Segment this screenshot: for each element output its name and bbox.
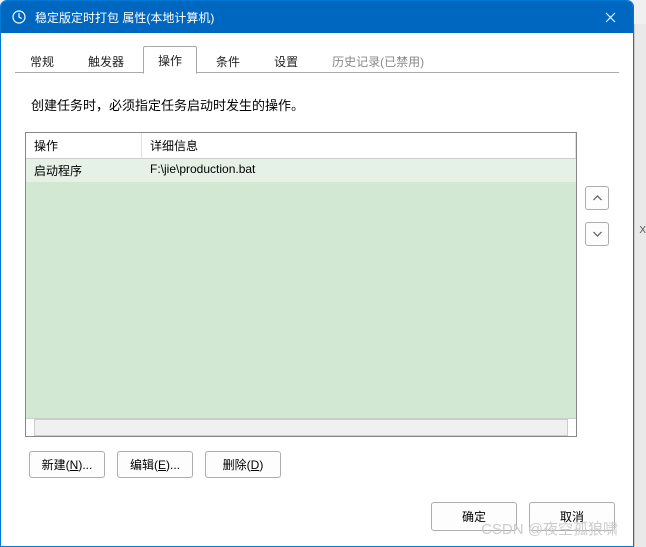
- window-title: 稳定版定时打包 属性(本地计算机): [35, 9, 587, 26]
- ok-button[interactable]: 确定: [431, 502, 517, 531]
- close-button[interactable]: [587, 1, 633, 33]
- dialog-body: 常规 触发器 操作 条件 设置 历史记录(已禁用) 创建任务时，必须指定任务启动…: [1, 33, 633, 488]
- titlebar: 稳定版定时打包 属性(本地计算机): [1, 1, 633, 33]
- instruction-text: 创建任务时，必须指定任务启动时发生的操作。: [31, 95, 609, 114]
- action-buttons-row: 新建(N)... 编辑(E)... 删除(D): [29, 451, 609, 478]
- dialog-window: 稳定版定时打包 属性(本地计算机) 常规 触发器 操作 条件 设置 历史记录(已…: [0, 0, 634, 547]
- cancel-button[interactable]: 取消: [529, 502, 615, 531]
- header-action[interactable]: 操作: [26, 133, 142, 158]
- list-header: 操作 详细信息: [26, 133, 576, 159]
- tab-general[interactable]: 常规: [15, 47, 69, 74]
- tab-bar: 常规 触发器 操作 条件 设置 历史记录(已禁用): [15, 45, 619, 73]
- list-body[interactable]: 启动程序 F:\jie\production.bat: [26, 159, 576, 419]
- cell-detail: F:\jie\production.bat: [142, 159, 576, 182]
- dialog-footer: 确定 取消: [1, 488, 633, 547]
- cell-action: 启动程序: [26, 159, 142, 182]
- close-icon: [605, 12, 616, 23]
- actions-listbox[interactable]: 操作 详细信息 启动程序 F:\jie\production.bat: [25, 132, 577, 437]
- chevron-down-icon: [593, 231, 602, 237]
- tab-history[interactable]: 历史记录(已禁用): [317, 47, 439, 74]
- edge-mark: X: [639, 225, 646, 236]
- reorder-buttons: [585, 132, 609, 437]
- edit-button[interactable]: 编辑(E)...: [117, 451, 193, 478]
- tab-conditions[interactable]: 条件: [201, 47, 255, 74]
- list-area: 操作 详细信息 启动程序 F:\jie\production.bat: [25, 132, 609, 437]
- move-down-button[interactable]: [585, 222, 609, 246]
- tab-actions[interactable]: 操作: [143, 46, 197, 74]
- chevron-up-icon: [593, 195, 602, 201]
- clock-icon: [11, 9, 27, 25]
- background-strip: [634, 24, 646, 547]
- new-button[interactable]: 新建(N)...: [29, 451, 105, 478]
- tab-triggers[interactable]: 触发器: [73, 47, 139, 74]
- tab-settings[interactable]: 设置: [259, 47, 313, 74]
- move-up-button[interactable]: [585, 186, 609, 210]
- delete-button[interactable]: 删除(D): [205, 451, 281, 478]
- header-detail[interactable]: 详细信息: [142, 133, 576, 158]
- list-row[interactable]: 启动程序 F:\jie\production.bat: [26, 159, 576, 182]
- tab-content: 创建任务时，必须指定任务启动时发生的操作。 操作 详细信息 启动程序 F:\ji…: [15, 73, 619, 488]
- horizontal-scrollbar[interactable]: [34, 419, 568, 436]
